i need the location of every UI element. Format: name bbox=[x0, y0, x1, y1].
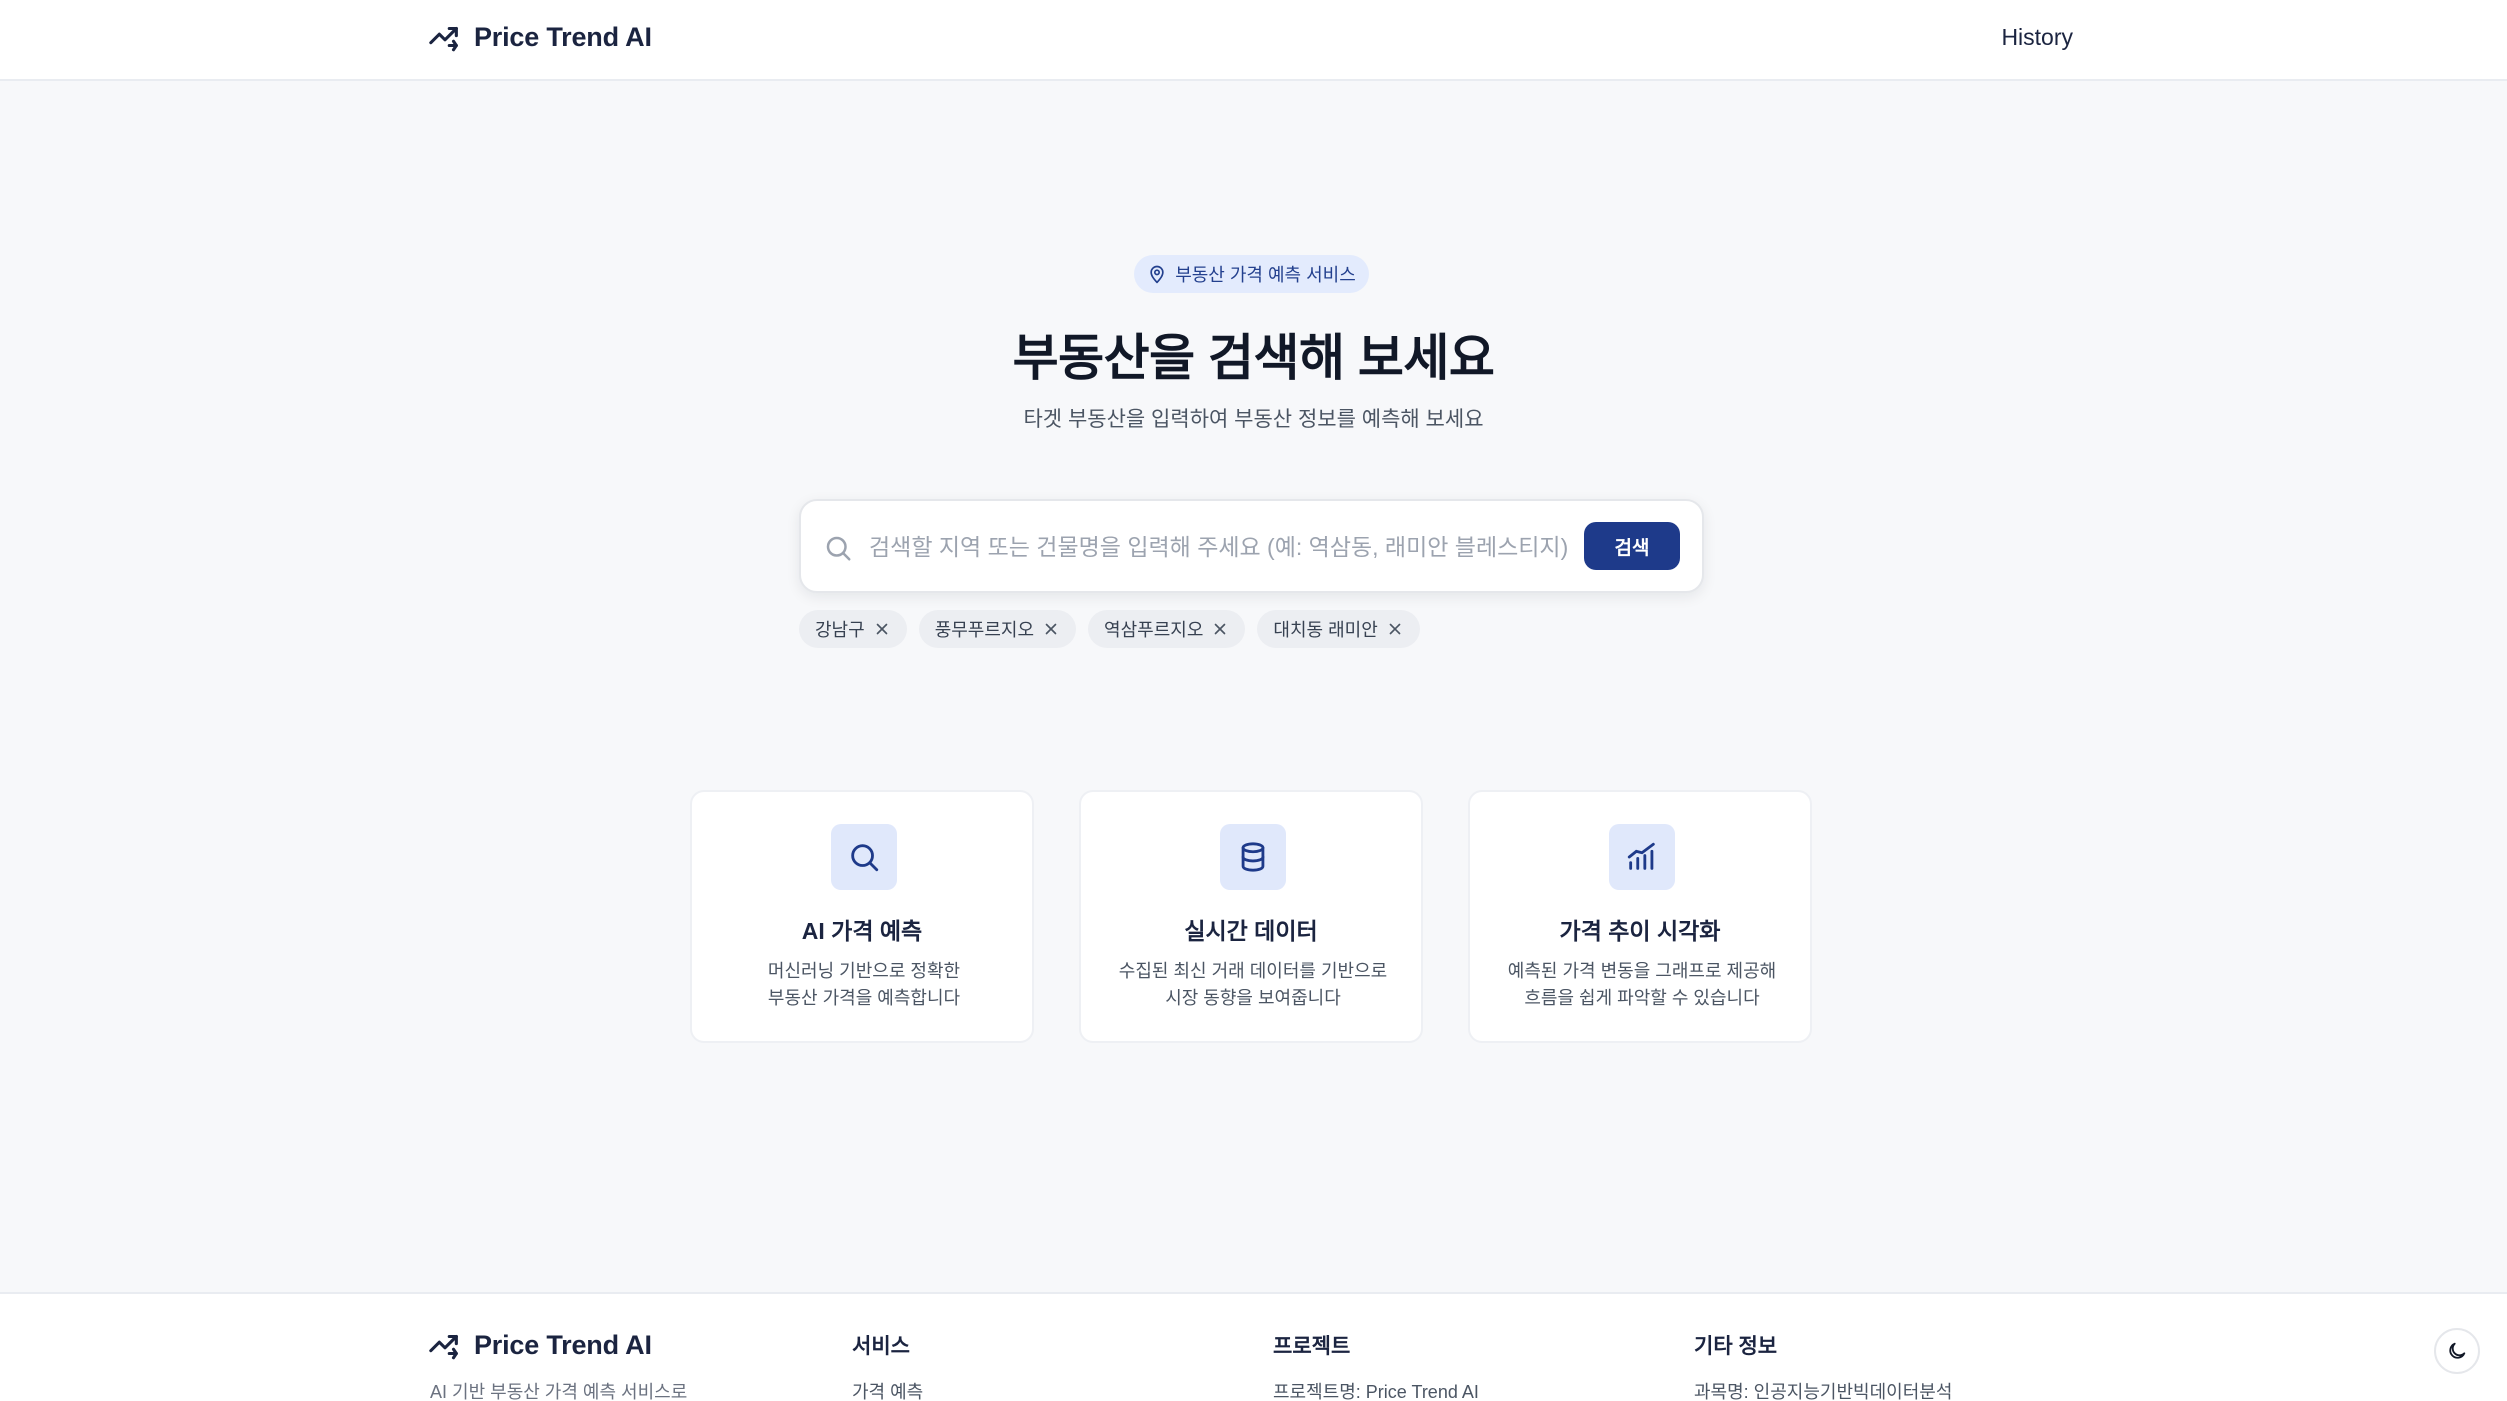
feature-icon-tile bbox=[1609, 824, 1675, 890]
footer-logo[interactable]: Price Trend AI bbox=[428, 1328, 652, 1362]
close-icon[interactable] bbox=[1042, 620, 1060, 638]
header-logo[interactable]: Price Trend AI bbox=[428, 20, 652, 54]
feature-title: 실시간 데이터 bbox=[1184, 918, 1318, 944]
feature-description-line: 흐름을 쉽게 파악할 수 있습니다 bbox=[1524, 988, 1760, 1008]
close-icon[interactable] bbox=[1386, 620, 1404, 638]
recent-search-chips: 강남구 풍무푸르지오 역삼푸르지오 대치동 래미안 bbox=[799, 610, 1420, 648]
chip-label: 대치동 래미안 bbox=[1273, 620, 1378, 640]
footer-heading-services: 서비스 bbox=[852, 1335, 910, 1358]
feature-description: 머신러닝 기반으로 정확한 부동산 가격을 예측합니다 bbox=[712, 958, 1016, 1012]
recent-search-chip[interactable]: 강남구 bbox=[799, 610, 907, 648]
search-bar: 검색 bbox=[799, 499, 1704, 593]
moon-icon bbox=[2449, 1342, 2466, 1359]
footer-description: AI 기반 부동산 가격 예측 서비스로 bbox=[430, 1382, 688, 1401]
nav-history-link[interactable]: History bbox=[2001, 24, 2073, 51]
close-icon[interactable] bbox=[873, 620, 891, 638]
recent-search-chip[interactable]: 대치동 래미안 bbox=[1257, 610, 1420, 648]
chip-label: 풍무푸르지오 bbox=[934, 620, 1035, 640]
feature-description-line: 예측된 가격 변동을 그래프로 제공해 bbox=[1507, 961, 1777, 981]
feature-icon-tile bbox=[831, 824, 897, 890]
recent-search-chip[interactable]: 역삼푸르지오 bbox=[1088, 610, 1246, 648]
feature-icon-tile bbox=[1220, 824, 1286, 890]
feature-card-price-visualization: 가격 추이 시각화 예측된 가격 변동을 그래프로 제공해 흐름을 쉽게 파악할… bbox=[1468, 790, 1812, 1043]
feature-description-line: 시장 동향을 보여줍니다 bbox=[1165, 988, 1341, 1008]
page-title: 부동산을 검색해 보세요 bbox=[1012, 330, 1495, 386]
feature-description-line: 수집된 최신 거래 데이터를 기반으로 bbox=[1118, 961, 1388, 981]
footer-course-name: 과목명: 인공지능기반빅데이터분석 bbox=[1694, 1382, 1953, 1401]
service-badge: 부동산 가격 예측 서비스 bbox=[1134, 255, 1369, 293]
search-icon bbox=[851, 844, 879, 872]
page-footer: Price Trend AI AI 기반 부동산 가격 예측 서비스로 서비스 … bbox=[0, 1292, 2507, 1401]
feature-card-realtime-data: 실시간 데이터 수집된 최신 거래 데이터를 기반으로 시장 동향을 보여줍니다 bbox=[1079, 790, 1423, 1043]
page-subtitle: 타겟 부동산을 입력하여 부동산 정보를 예측해 보세요 bbox=[1023, 408, 1484, 431]
feature-title: 가격 추이 시각화 bbox=[1559, 918, 1721, 944]
map-pin-icon bbox=[1150, 265, 1164, 284]
footer-heading-other-info: 기타 정보 bbox=[1694, 1335, 1778, 1358]
trending-up-icon bbox=[429, 1334, 458, 1360]
badge-label: 부동산 가격 예측 서비스 bbox=[1175, 265, 1356, 285]
close-icon[interactable] bbox=[1211, 620, 1229, 638]
feature-description: 수집된 최신 거래 데이터를 기반으로 시장 동향을 보여줍니다 bbox=[1101, 958, 1405, 1012]
feature-description-line: 부동산 가격을 예측합니다 bbox=[767, 988, 961, 1008]
search-icon bbox=[826, 536, 851, 561]
recent-search-chip[interactable]: 풍무푸르지오 bbox=[918, 610, 1077, 648]
trending-up-icon bbox=[429, 26, 458, 52]
feature-description-line: 머신러닝 기반으로 정확한 bbox=[767, 961, 961, 981]
search-input[interactable] bbox=[869, 523, 1569, 571]
footer-heading-project: 프로젝트 bbox=[1273, 1335, 1351, 1358]
theme-toggle-button[interactable] bbox=[2434, 1328, 2480, 1374]
feature-title: AI 가격 예측 bbox=[801, 918, 923, 944]
footer-project-name: 프로젝트명: Price Trend AI bbox=[1273, 1382, 1479, 1401]
feature-card-ai-prediction: AI 가격 예측 머신러닝 기반으로 정확한 부동산 가격을 예측합니다 bbox=[690, 790, 1034, 1043]
top-header: Price Trend AI History bbox=[0, 0, 2507, 81]
footer-link-price-prediction[interactable]: 가격 예측 bbox=[852, 1378, 923, 1401]
bar-chart-icon bbox=[1627, 842, 1655, 870]
chip-label: 역삼푸르지오 bbox=[1104, 620, 1204, 640]
database-icon bbox=[1241, 842, 1265, 872]
footer-logo-text: Price Trend AI bbox=[474, 1329, 652, 1360]
logo-text: Price Trend AI bbox=[474, 21, 652, 52]
chip-label: 강남구 bbox=[815, 620, 865, 640]
feature-description: 예측된 가격 변동을 그래프로 제공해 흐름을 쉽게 파악할 수 있습니다 bbox=[1490, 958, 1794, 1012]
search-button[interactable]: 검색 bbox=[1584, 522, 1680, 570]
